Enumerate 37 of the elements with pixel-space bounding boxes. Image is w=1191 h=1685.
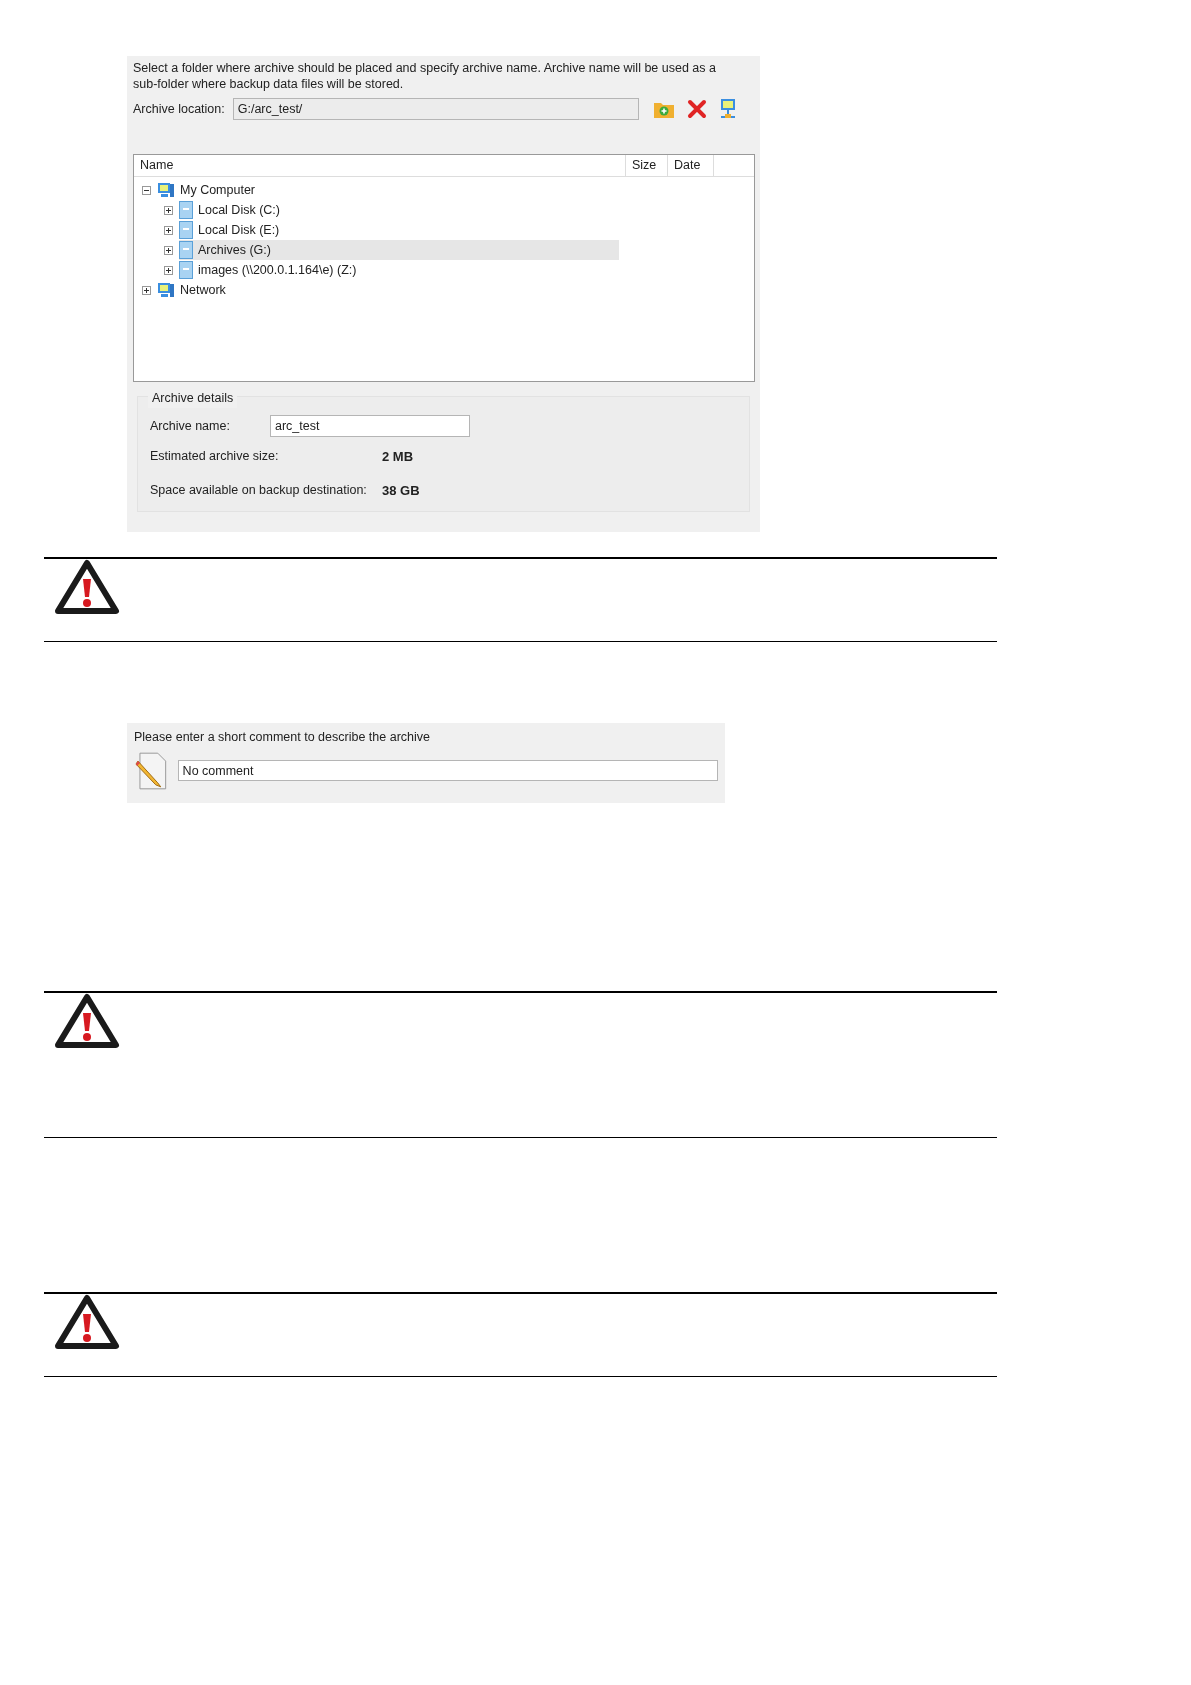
instruction-text: Select a folder where archive should be placed and specify archive name. Archive name will be used as a sub-folder where backup data files will be stored. xyxy=(133,60,717,92)
comment-field[interactable]: No comment xyxy=(177,760,718,782)
archive-name-field[interactable]: arc_test xyxy=(270,415,470,437)
expand-icon[interactable] xyxy=(164,225,173,235)
network-computer-icon[interactable] xyxy=(718,98,737,120)
column-header[interactable]: Size xyxy=(626,155,668,176)
location-label: Archive location: xyxy=(133,100,225,118)
drive-icon xyxy=(179,201,193,219)
space-label: Space available on backup destination: xyxy=(150,481,368,499)
drive-icon xyxy=(179,241,193,259)
tree-item[interactable]: Archives (G:) xyxy=(179,240,619,260)
tree-item[interactable]: Local Disk (C:) xyxy=(179,200,288,220)
warning-icon xyxy=(54,993,120,1049)
location-field[interactable]: G:/arc_test/ xyxy=(232,98,639,120)
warning-icon xyxy=(54,1294,120,1350)
collapse-icon[interactable] xyxy=(142,185,151,195)
expand-icon[interactable] xyxy=(164,245,173,255)
expand-icon[interactable] xyxy=(164,205,173,215)
tree-item[interactable]: Local Disk (E:) xyxy=(179,220,288,240)
column-header[interactable]: Name xyxy=(134,155,626,176)
space-value: 38 GB xyxy=(382,481,420,500)
warning-icon xyxy=(54,559,120,615)
expand-icon[interactable] xyxy=(164,265,173,275)
name-label: Archive name: xyxy=(150,417,231,435)
computer-icon xyxy=(157,282,175,298)
tree-item[interactable]: My Computer xyxy=(157,180,264,200)
drive-icon xyxy=(179,261,193,279)
size-label: Estimated archive size: xyxy=(150,448,280,466)
computer-icon xyxy=(157,182,175,198)
size-value: 2 MB xyxy=(382,448,414,466)
comment-prompt: Please enter a short comment to describe the archive xyxy=(134,729,431,746)
tree-item[interactable]: images (\\200.0.1.164\e) (Z:) xyxy=(179,260,365,280)
expand-icon[interactable] xyxy=(142,285,151,295)
delete-icon[interactable] xyxy=(686,99,707,119)
tree-item[interactable]: Network xyxy=(157,280,234,300)
drive-icon xyxy=(179,221,193,239)
column-header[interactable]: Date xyxy=(668,155,714,176)
